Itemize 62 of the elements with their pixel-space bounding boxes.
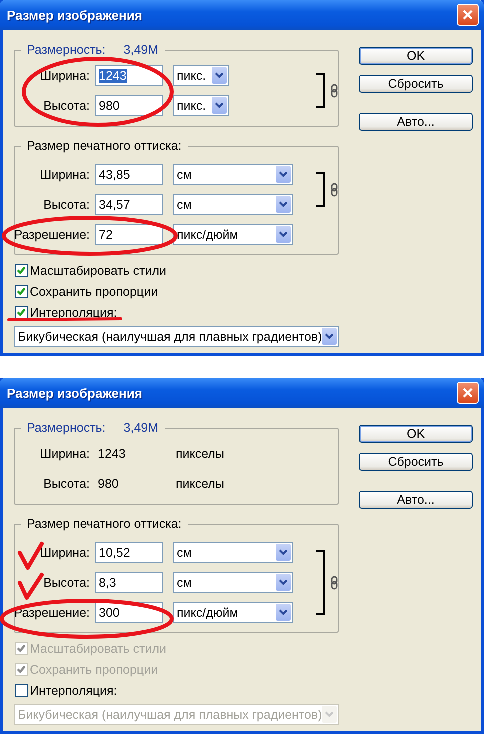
unit-dropdown[interactable]: см [173, 542, 293, 563]
dialog-button[interactable]: Сбросить [359, 453, 473, 471]
unit-dropdown[interactable]: см [173, 572, 293, 593]
unit-dropdown[interactable]: см [173, 164, 293, 185]
checkbox-label: Масштабировать стили [30, 642, 166, 656]
unit-dropdown[interactable]: пикс/дюйм [173, 224, 293, 245]
field-label: Разрешение: [14, 228, 90, 242]
value-text: 980 [97, 476, 120, 492]
input-field[interactable]: 980 [95, 95, 163, 116]
close-button[interactable] [457, 4, 479, 26]
dialog-button[interactable]: Авто... [359, 491, 473, 509]
input-field[interactable]: 43,85 [95, 164, 163, 185]
field-label: Ширина: [40, 68, 90, 82]
close-button[interactable] [457, 382, 479, 404]
checkbox[interactable] [15, 306, 28, 319]
checkmark-annotation [18, 573, 44, 600]
checkbox[interactable] [15, 264, 28, 277]
group-title: Размер печатного оттиска: [27, 139, 182, 153]
dialog-button[interactable]: OK [359, 425, 473, 443]
group-title: Размерность: [27, 421, 106, 435]
dialog-button[interactable]: Авто... [359, 113, 473, 131]
window-title: Размер изображения [7, 8, 142, 22]
checkbox-label: Масштабировать стили [30, 264, 166, 278]
field-label: Ширина: [40, 168, 90, 182]
chain-link-icon[interactable] [331, 576, 338, 590]
chain-link-icon[interactable] [331, 182, 338, 196]
close-icon [462, 387, 474, 399]
group-title: Размерность: [27, 43, 106, 57]
unit-dropdown[interactable]: см [173, 194, 293, 215]
input-field[interactable]: 34,57 [95, 194, 163, 215]
group-value: 3,49M [124, 43, 159, 57]
input-field[interactable]: 8,3 [95, 572, 163, 593]
unit-text: пикселы [175, 446, 226, 462]
field-label: Высота: [44, 198, 90, 212]
checkbox-label: Сохранить пропорции [30, 284, 158, 298]
unit-dropdown[interactable]: пикс. [173, 65, 229, 86]
value-text: 1243 [97, 446, 127, 462]
checkbox-label: Интерполяция: [30, 306, 118, 320]
unit-dropdown[interactable]: пикс/дюйм [173, 602, 293, 623]
field-label: Высота: [44, 476, 90, 490]
input-field[interactable]: 72 [95, 224, 163, 245]
group-title: Размер печатного оттиска: [27, 517, 182, 531]
field-label: Ширина: [40, 446, 90, 460]
chain-link-icon[interactable] [331, 84, 338, 98]
unit-dropdown[interactable]: пикс. [173, 95, 229, 116]
input-field[interactable]: 1243 [95, 65, 163, 86]
close-icon [462, 9, 474, 21]
dialog-button[interactable]: OK [359, 47, 473, 65]
group-value: 3,49M [124, 421, 159, 435]
field-label: Разрешение: [14, 606, 90, 620]
field-label: Высота: [44, 98, 90, 112]
input-field[interactable]: 10,52 [95, 542, 163, 563]
field-label: Ширина: [40, 546, 90, 560]
checkbox-label: Сохранить пропорции [30, 662, 158, 676]
field-label: Высота: [44, 576, 90, 590]
window-title: Размер изображения [7, 386, 142, 400]
dialog-button[interactable]: Сбросить [359, 75, 473, 93]
checkbox-label: Интерполяция: [30, 684, 118, 698]
unit-text: пикселы [175, 476, 226, 492]
checkbox[interactable] [15, 285, 28, 298]
checkbox[interactable] [15, 684, 28, 697]
interpolation-dropdown[interactable]: Бикубическая (наилучшая для плавных градиентов) [14, 326, 339, 347]
